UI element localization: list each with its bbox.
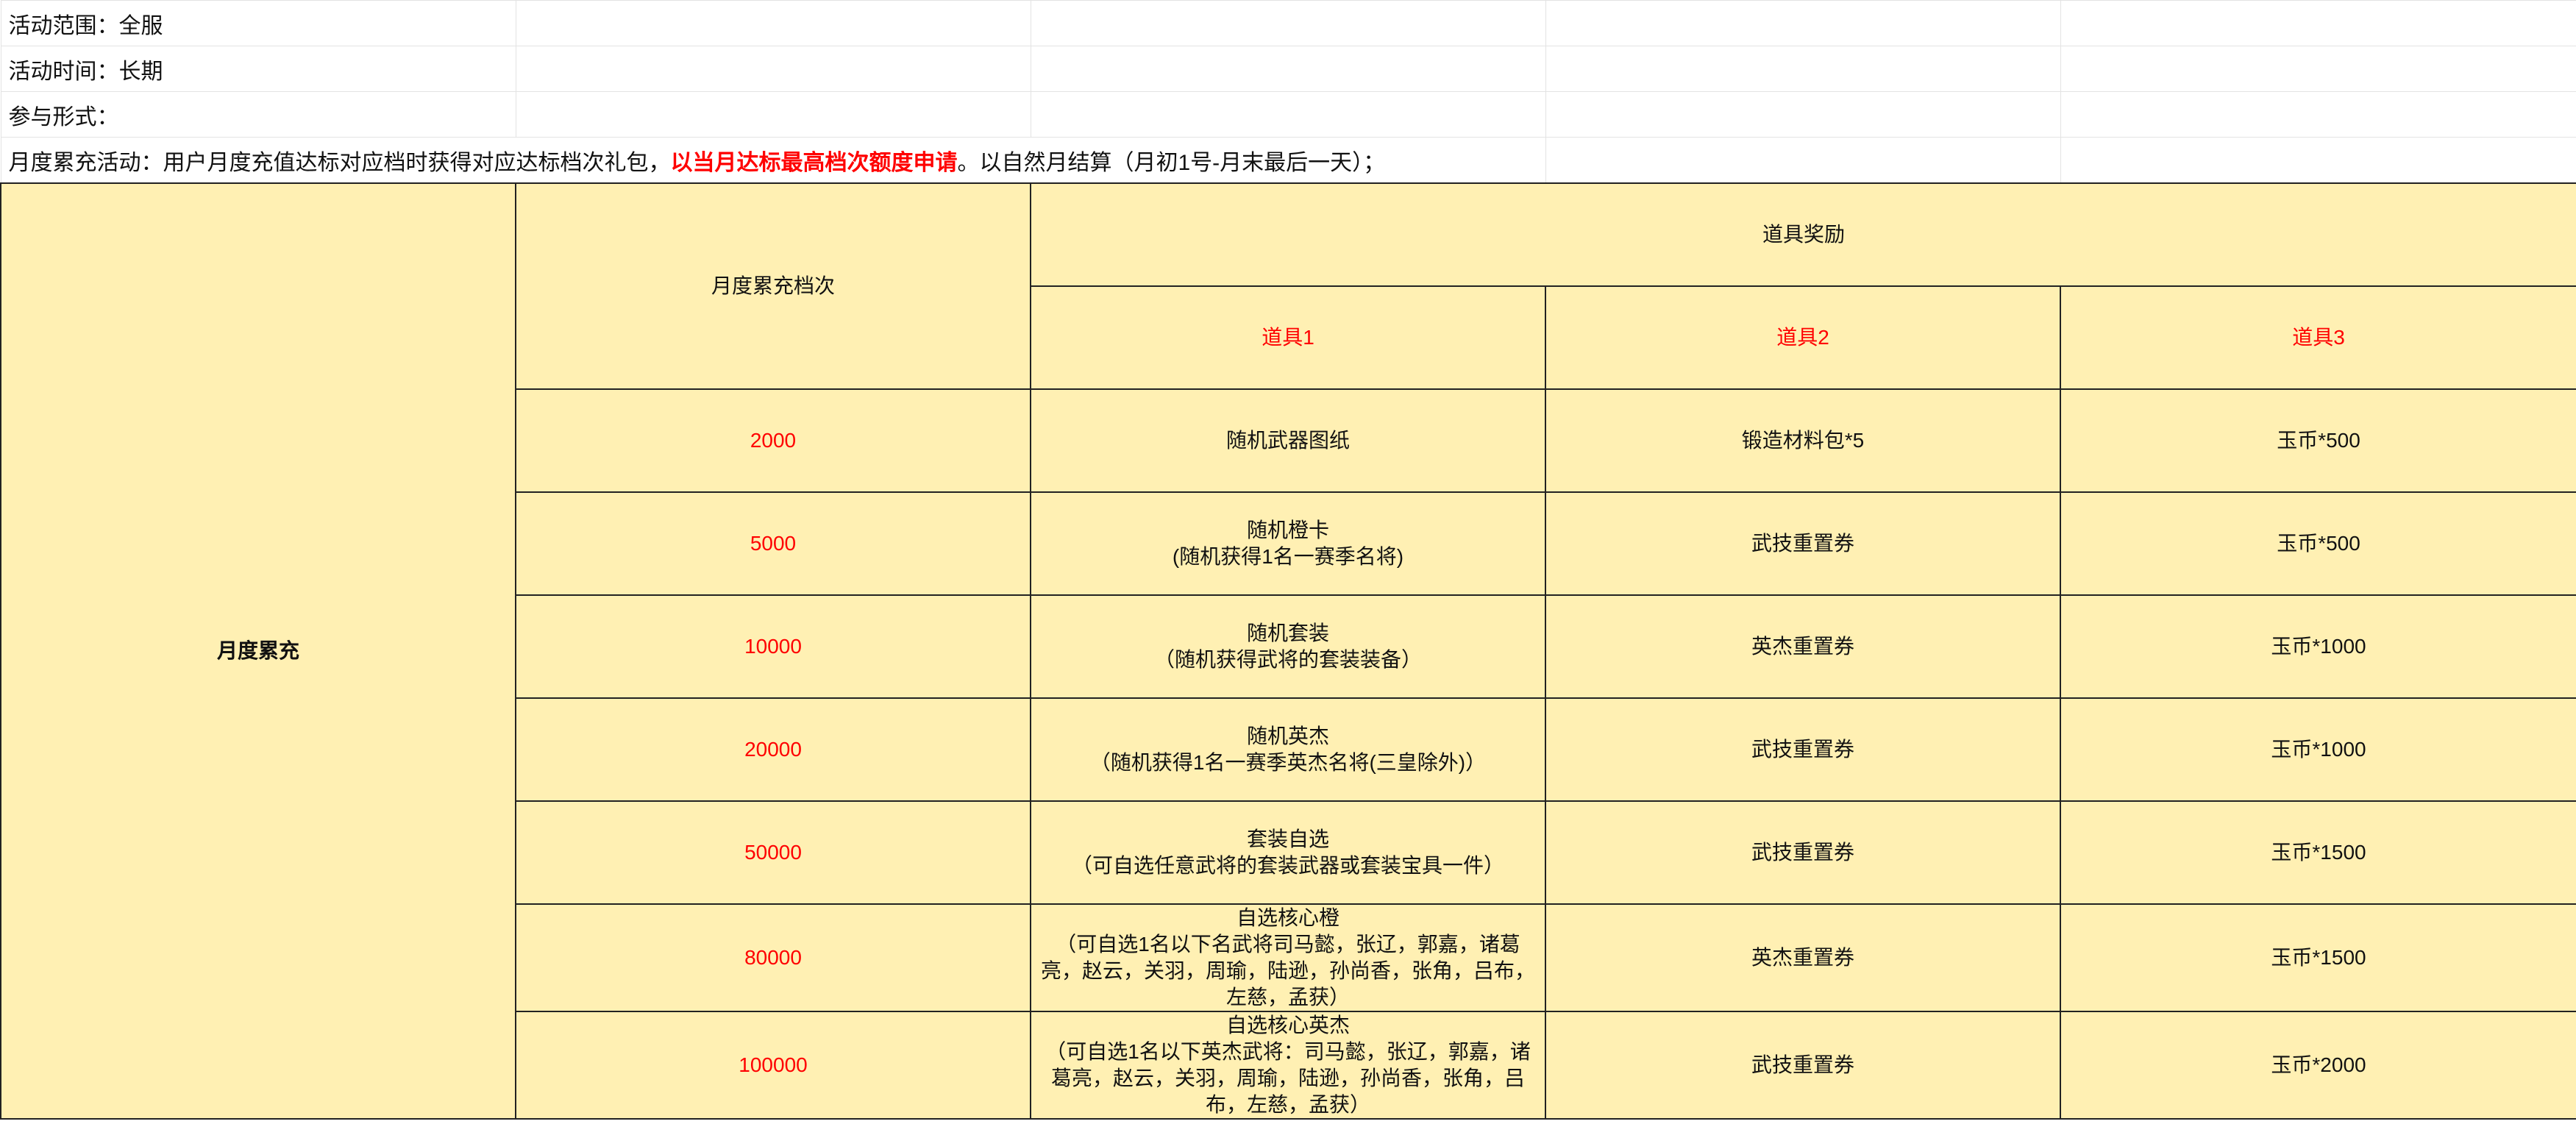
desc-highlight: 以当月达标最高档次额度申请 [670, 150, 958, 175]
cell-description[interactable]: 月度累充活动：用户月度充值达标对应档时获得对应达标档次礼包，以当月达标最高档次额… [0, 137, 1546, 184]
info-row-form: 参与形式： [0, 91, 2576, 138]
cell[interactable] [2060, 137, 2576, 184]
item-header-3[interactable]: 道具3 [2060, 285, 2576, 390]
item3-cell[interactable]: 玉币*500 [2060, 388, 2576, 493]
item1-cell[interactable]: 随机武器图纸 [1030, 388, 1546, 493]
item1-desc: （随机获得武将的套装装备） [1153, 648, 1422, 671]
desc-suffix: 。以自然月结算（月初1号-月末最后一天）； [957, 150, 1386, 175]
section-title-cell[interactable]: 月度累充 [0, 182, 516, 1120]
cell[interactable] [1030, 91, 1546, 138]
spreadsheet: 活动范围：全服 活动时间：长期 参与形式： 月度累充活动：用户月度充值达标对应档… [0, 0, 2576, 1124]
cell[interactable] [515, 0, 1031, 46]
cell[interactable] [1545, 46, 2061, 92]
cell[interactable] [1545, 137, 2061, 184]
item1-desc: (随机获得1名一赛季名将) [1172, 545, 1404, 568]
item2-cell[interactable]: 武技重置券 [1545, 1011, 2061, 1120]
item2-cell[interactable]: 武技重置券 [1545, 491, 2061, 596]
item3-cell[interactable]: 玉币*500 [2060, 491, 2576, 596]
tier-cell[interactable]: 20000 [515, 697, 1031, 802]
item2-cell[interactable]: 英杰重置券 [1545, 903, 2061, 1012]
tier-cell[interactable]: 5000 [515, 491, 1031, 596]
item3-cell[interactable]: 玉币*1500 [2060, 800, 2576, 905]
item3-cell[interactable]: 玉币*1000 [2060, 697, 2576, 802]
cell-form[interactable]: 参与形式： [0, 91, 516, 138]
tier-cell[interactable]: 80000 [515, 903, 1031, 1012]
item3-cell[interactable]: 玉币*2000 [2060, 1011, 2576, 1120]
item1-desc: （可自选1名以下名武将司马懿，张辽，郭嘉，诸葛亮，赵云，关羽，周瑜，陆逊，孙尚香… [1040, 933, 1535, 1009]
item1-cell[interactable]: 自选核心橙 （可自选1名以下名武将司马懿，张辽，郭嘉，诸葛亮，赵云，关羽，周瑜，陆… [1030, 903, 1546, 1012]
tier-cell[interactable]: 10000 [515, 594, 1031, 699]
item1-name: 自选核心橙 [1236, 906, 1339, 929]
info-row-time: 活动时间：长期 [0, 46, 2576, 92]
item1-desc: （可自选1名以下英杰武将：司马懿，张辽，郭嘉，诸葛亮，赵云，关羽，周瑜，陆逊，孙… [1045, 1040, 1531, 1116]
cell[interactable] [1030, 46, 1546, 92]
cell-time[interactable]: 活动时间：长期 [0, 46, 516, 92]
header-row-top: 月度累充 月度累充档次 道具奖励 [0, 182, 2576, 1120]
cell[interactable] [1030, 0, 1546, 46]
sheet-grid: 活动范围：全服 活动时间：长期 参与形式： 月度累充活动：用户月度充值达标对应档… [0, 0, 2576, 1120]
item1-name: 随机橙卡 [1246, 519, 1329, 541]
item1-name: 随机英杰 [1246, 725, 1329, 747]
cell-scope[interactable]: 活动范围：全服 [0, 0, 516, 46]
item1-cell[interactable]: 套装自选 （可自选任意武将的套装武器或套装宝具一件） [1030, 800, 1546, 905]
tier-header-cell[interactable]: 月度累充档次 [515, 182, 1031, 390]
cell[interactable] [2060, 46, 2576, 92]
item2-cell[interactable]: 武技重置券 [1545, 800, 2061, 905]
cell[interactable] [2060, 91, 2576, 138]
desc-prefix: 月度累充活动：用户月度充值达标对应档时获得对应达标档次礼包， [8, 150, 671, 175]
info-row-desc: 月度累充活动：用户月度充值达标对应档时获得对应达标档次礼包，以当月达标最高档次额… [0, 137, 2576, 184]
item1-cell[interactable]: 随机英杰 （随机获得1名一赛季英杰名将(三皇除外)） [1030, 697, 1546, 802]
cell[interactable] [515, 91, 1031, 138]
item1-name: 套装自选 [1246, 828, 1329, 850]
reward-header-cell[interactable]: 道具奖励 [1030, 182, 2576, 287]
info-row-scope: 活动范围：全服 [0, 0, 2576, 46]
cell[interactable] [2060, 0, 2576, 46]
item1-name: 随机套装 [1246, 622, 1329, 644]
item1-cell[interactable]: 随机橙卡 (随机获得1名一赛季名将) [1030, 491, 1546, 596]
item3-cell[interactable]: 玉币*1000 [2060, 594, 2576, 699]
item1-desc: （可自选任意武将的套装武器或套装宝具一件） [1071, 854, 1504, 877]
item3-cell[interactable]: 玉币*1500 [2060, 903, 2576, 1012]
cell[interactable] [1545, 0, 2061, 46]
item1-desc: （随机获得1名一赛季英杰名将(三皇除外)） [1089, 751, 1487, 774]
tier-cell[interactable]: 50000 [515, 800, 1031, 905]
item2-cell[interactable]: 武技重置券 [1545, 697, 2061, 802]
item1-cell[interactable]: 自选核心英杰 （可自选1名以下英杰武将：司马懿，张辽，郭嘉，诸葛亮，赵云，关羽，周… [1030, 1011, 1546, 1120]
item-header-1[interactable]: 道具1 [1030, 285, 1546, 390]
tier-cell[interactable]: 2000 [515, 388, 1031, 493]
cell[interactable] [515, 46, 1031, 92]
item2-cell[interactable]: 锻造材料包*5 [1545, 388, 2061, 493]
cell[interactable] [1545, 91, 2061, 138]
item-header-2[interactable]: 道具2 [1545, 285, 2061, 390]
tier-cell[interactable]: 100000 [515, 1011, 1031, 1120]
item2-cell[interactable]: 英杰重置券 [1545, 594, 2061, 699]
item1-name: 随机武器图纸 [1225, 429, 1350, 452]
item1-cell[interactable]: 随机套装 （随机获得武将的套装装备） [1030, 594, 1546, 699]
item1-name: 自选核心英杰 [1225, 1014, 1350, 1036]
